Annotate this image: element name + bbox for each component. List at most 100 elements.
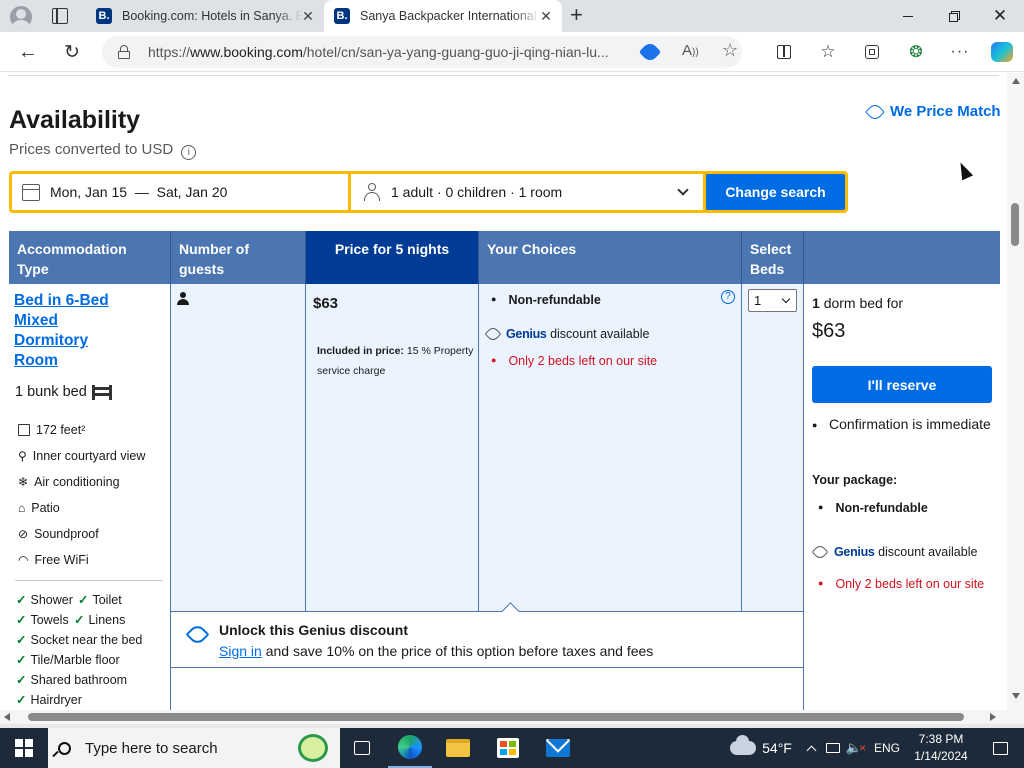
mail-icon[interactable]	[536, 728, 580, 768]
amenity-divider	[15, 580, 163, 581]
package-scarcity-note: ● Only 2 beds left on our site	[818, 577, 985, 591]
tab-close-icon[interactable]: ✕	[300, 8, 316, 24]
header-price[interactable]: Price for 5 nights	[306, 231, 479, 284]
booking-favicon-icon: B.	[96, 8, 112, 24]
price-included: Included in price: 15 % Property service…	[317, 341, 477, 381]
date-picker[interactable]: Mon, Jan 15 — Sat, Jan 20	[12, 174, 348, 210]
search-icon	[52, 741, 71, 757]
clock[interactable]: 7:38 PM 1/14/2024	[908, 731, 974, 765]
currency-note: Prices converted to USD i	[9, 141, 197, 160]
amenity-wifi: ◠ Free WiFi	[18, 553, 89, 567]
check-icon: ✓	[16, 593, 27, 607]
facility-toilet: ✓ Toilet	[78, 592, 122, 608]
weather-temp: 54°F	[762, 740, 792, 756]
profile-avatar-icon[interactable]	[10, 6, 32, 28]
facility-hairdryer: ✓ Hairdryer	[16, 692, 82, 708]
copilot-icon[interactable]	[988, 38, 1016, 66]
price-match-link[interactable]: We Price Match	[865, 101, 1001, 122]
bed-quantity-value: 1	[754, 293, 762, 308]
facility-shower: ✓ Shower	[16, 592, 73, 608]
genius-unlock-banner: Unlock this Genius discount Sign in and …	[170, 602, 804, 668]
taskbar-search-placeholder: Type here to search	[85, 739, 218, 757]
language-indicator[interactable]: ENG	[870, 728, 904, 768]
scroll-up-arrow-icon[interactable]	[1012, 78, 1020, 84]
sign-in-link[interactable]: Sign in	[219, 643, 262, 659]
genius-word: Genius	[506, 327, 547, 341]
network-icon[interactable]	[822, 728, 844, 768]
price-tag-icon	[865, 101, 885, 122]
notification-icon[interactable]	[980, 728, 1020, 768]
shopping-tag-icon[interactable]	[638, 40, 662, 64]
volume-muted-icon[interactable]: 🔈 ✕	[844, 728, 868, 768]
more-menu-icon[interactable]: ···	[946, 38, 974, 66]
lock-icon[interactable]	[118, 45, 130, 59]
guests-selector[interactable]: 1 adult · 0 children · 1 room	[351, 174, 703, 210]
page-title: Availability	[9, 106, 141, 134]
minimize-button[interactable]	[885, 0, 931, 32]
room-price: $63	[313, 295, 339, 312]
taskbar-search-box[interactable]: Type here to search	[48, 728, 340, 768]
currency-note-text: Prices converted to USD	[9, 141, 174, 158]
choice-nonrefundable: ● Non-refundable	[491, 293, 601, 307]
choice-help-icon[interactable]: ?	[721, 290, 735, 304]
room-name-link[interactable]: Bed in 6-Bed Mixed Dormitory Room	[14, 291, 134, 371]
check-icon: ✓	[16, 653, 27, 667]
weather-widget[interactable]: 54°F	[716, 728, 806, 768]
facility-text: Hairdryer	[30, 692, 82, 707]
edge-taskbar-icon[interactable]	[388, 728, 432, 768]
start-windows-icon[interactable]	[0, 728, 48, 768]
restore-button[interactable]	[931, 0, 977, 32]
soundproof-icon: ⊘	[18, 527, 29, 541]
collections-icon[interactable]	[858, 38, 886, 66]
url-domain: www.booking.com	[190, 44, 303, 60]
read-aloud-icon[interactable]: A))	[682, 42, 699, 59]
bed-quantity-select[interactable]: 1	[748, 289, 797, 312]
close-window-button[interactable]: ✕	[977, 0, 1023, 32]
extensions-icon[interactable]: ❂	[902, 38, 930, 66]
choice-text: Non-refundable	[508, 293, 601, 307]
horizontal-scrollbar[interactable]	[0, 710, 1007, 724]
back-arrow-icon[interactable]: ←	[14, 38, 42, 66]
scrollbar-corner	[1007, 710, 1024, 724]
cloud-icon	[730, 735, 757, 755]
scroll-right-arrow-icon[interactable]	[990, 713, 996, 721]
tab-hotel-detail[interactable]: B. Sanya Backpacker International Y ✕	[324, 0, 562, 32]
scroll-left-arrow-icon[interactable]	[4, 713, 10, 721]
reserve-button[interactable]: I'll reserve	[812, 366, 992, 403]
tab-title: Booking.com: Hotels in Sanya. Bo	[122, 9, 302, 23]
url-path: /hotel/cn/san-ya-yang-guang-guo-ji-qing-…	[302, 44, 609, 60]
vertical-scrollbar[interactable]	[1007, 73, 1024, 710]
task-view-icon[interactable]	[340, 728, 384, 768]
reload-icon[interactable]: ↻	[58, 38, 86, 66]
scroll-down-arrow-icon[interactable]	[1012, 693, 1020, 699]
favorite-star-icon[interactable]: ☆	[722, 40, 738, 61]
package-genius-note: Genius discount available	[811, 543, 977, 561]
tennis-search-highlight-icon	[298, 734, 328, 762]
facility-text: Toilet	[92, 592, 122, 607]
tab-actions-icon[interactable]	[52, 8, 68, 24]
address-bar[interactable]: https://www.booking.com/hotel/cn/san-ya-…	[102, 36, 742, 68]
confirmation-note: ● Confirmation is immediate	[812, 414, 992, 435]
check-icon: ✓	[16, 633, 27, 647]
scroll-thumb[interactable]	[1011, 203, 1019, 246]
new-tab-plus-icon[interactable]: +	[570, 4, 590, 28]
favorites-icon[interactable]: ☆	[814, 38, 842, 66]
tray-chevron-up-icon[interactable]	[800, 728, 822, 768]
package-label: Your package:	[812, 473, 898, 487]
tab-close-icon[interactable]: ✕	[538, 8, 554, 24]
store-icon[interactable]	[486, 728, 530, 768]
windows-taskbar: Type here to search 54°F 🔈 ✕ ENG 7:38 PM …	[0, 728, 1024, 768]
room-size: 172 feet²	[18, 423, 85, 437]
info-icon[interactable]: i	[181, 145, 197, 160]
check-icon: ✓	[16, 613, 27, 627]
tab-booking-search[interactable]: B. Booking.com: Hotels in Sanya. Bo ✕	[84, 0, 324, 32]
amenity-text: Air conditioning	[34, 475, 120, 489]
price-match-label: We Price Match	[890, 103, 1001, 120]
url-text[interactable]: https://www.booking.com/hotel/cn/san-ya-…	[148, 44, 628, 60]
file-explorer-icon[interactable]	[436, 728, 480, 768]
clock-time: 7:38 PM	[918, 732, 964, 746]
split-screen-icon[interactable]	[770, 38, 798, 66]
scroll-thumb[interactable]	[28, 713, 964, 721]
bunk-bed-icon	[91, 384, 112, 400]
change-search-button[interactable]: Change search	[706, 174, 845, 210]
